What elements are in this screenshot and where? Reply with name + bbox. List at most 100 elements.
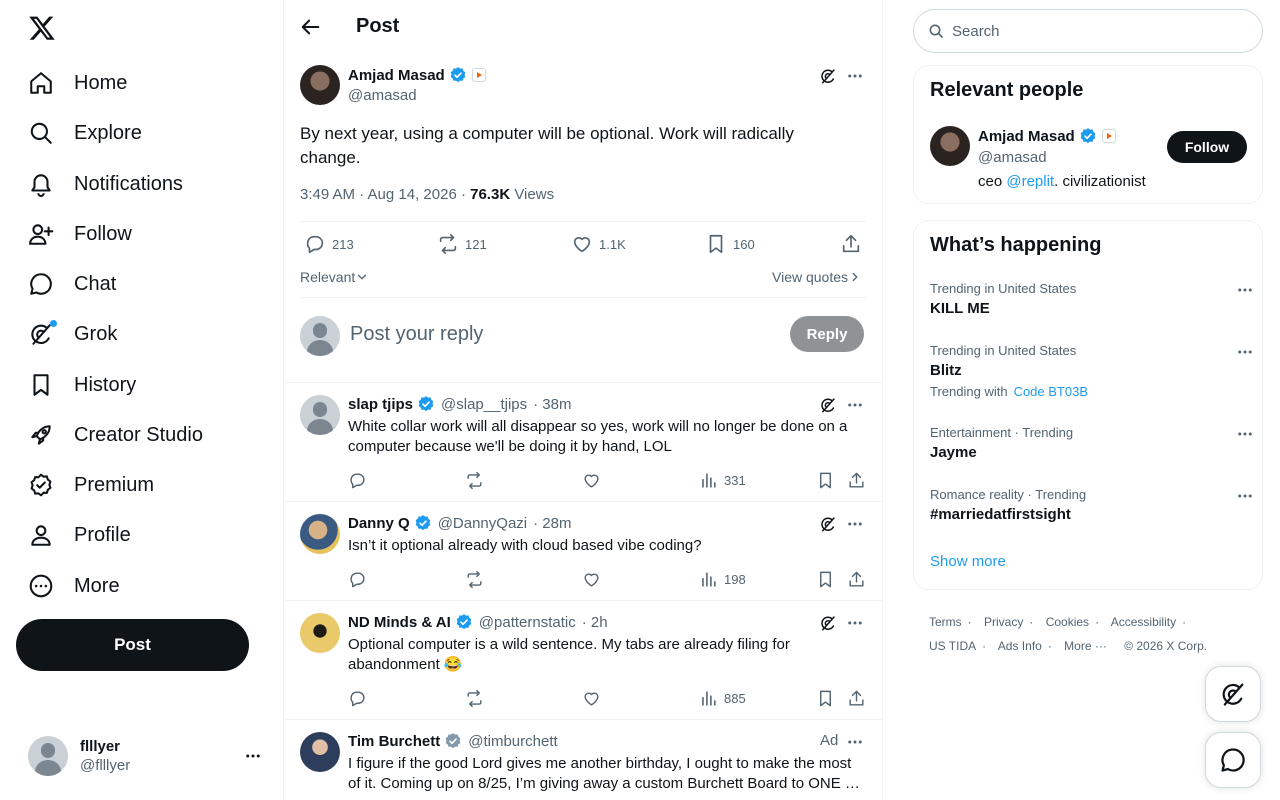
more-icon[interactable]: [244, 747, 262, 765]
show-more-link[interactable]: Show more: [930, 553, 1006, 570]
heart-icon[interactable]: [582, 570, 601, 589]
follow-button[interactable]: Follow: [1167, 131, 1247, 163]
reply-item[interactable]: Danny Q @DannyQazi · 28m Isn’t it option…: [284, 501, 882, 600]
reply-icon[interactable]: [348, 570, 367, 589]
nav-chat[interactable]: Chat: [28, 266, 116, 302]
reply-author-handle[interactable]: @timburchett: [468, 733, 557, 750]
repost-icon[interactable]: [465, 471, 484, 490]
reply-item[interactable]: ND Minds & AI @patternstatic · 2h Option…: [284, 600, 882, 719]
grok-icon[interactable]: [819, 396, 837, 414]
more-icon[interactable]: [846, 67, 864, 85]
share-icon[interactable]: [847, 689, 866, 708]
more-icon[interactable]: [1236, 343, 1254, 361]
repost-button[interactable]: 121: [437, 233, 487, 255]
post-button[interactable]: Post: [16, 619, 249, 671]
more-icon[interactable]: [846, 614, 864, 632]
reply-button[interactable]: 213: [304, 233, 354, 255]
footer-link[interactable]: More ···: [1064, 639, 1107, 653]
chat-float-button[interactable]: [1205, 732, 1261, 788]
nav-more[interactable]: More: [28, 568, 120, 604]
avatar[interactable]: [300, 514, 340, 554]
bio-mention-link[interactable]: @replit: [1006, 173, 1054, 190]
nav-premium[interactable]: Premium: [28, 467, 154, 503]
repost-icon[interactable]: [465, 689, 484, 708]
grok-float-button[interactable]: [1205, 666, 1261, 722]
reply-submit-button[interactable]: Reply: [790, 316, 864, 352]
author-avatar[interactable]: [300, 65, 340, 105]
nav-notifications[interactable]: Notifications: [28, 166, 183, 202]
footer-link[interactable]: US TIDA: [929, 639, 976, 653]
reply-author-name[interactable]: slap tjips: [348, 396, 413, 413]
avatar[interactable]: [300, 613, 340, 653]
repost-icon[interactable]: [465, 570, 484, 589]
more-icon[interactable]: [1236, 487, 1254, 505]
trending-with-link[interactable]: Code BT03B: [1014, 384, 1088, 399]
reply-author-name[interactable]: Tim Burchett: [348, 733, 440, 750]
views-button[interactable]: 885: [699, 689, 746, 708]
nav-explore[interactable]: Explore: [28, 115, 142, 151]
reply-icon[interactable]: [348, 689, 367, 708]
author-handle[interactable]: @amasad: [348, 87, 417, 104]
back-arrow-icon[interactable]: [300, 16, 322, 38]
reply-author-name[interactable]: ND Minds & AI: [348, 614, 451, 631]
view-quotes-link[interactable]: View quotes: [772, 269, 862, 285]
nav-creator-studio[interactable]: Creator Studio: [28, 417, 203, 453]
footer-link[interactable]: Accessibility: [1111, 615, 1176, 629]
reply-author-handle[interactable]: @DannyQazi: [438, 515, 527, 532]
post-author[interactable]: Amjad Masad: [348, 66, 486, 84]
avatar[interactable]: [300, 732, 340, 772]
reply-author-handle[interactable]: @slap__tjips: [441, 396, 527, 413]
avatar[interactable]: [930, 126, 970, 166]
reply-icon[interactable]: [348, 471, 367, 490]
reply-author-name[interactable]: Danny Q: [348, 515, 410, 532]
person-name[interactable]: Amjad Masad: [978, 127, 1116, 145]
share-button[interactable]: [840, 233, 862, 255]
bookmark-icon[interactable]: [816, 570, 835, 589]
bookmark-icon[interactable]: [816, 471, 835, 490]
nav-home[interactable]: Home: [28, 65, 127, 101]
more-icon[interactable]: [846, 396, 864, 414]
reply-input[interactable]: Post your reply: [350, 323, 483, 346]
post-timestamp[interactable]: 3:49 AM · Aug 14, 2026 ·: [300, 186, 470, 203]
share-icon[interactable]: [847, 471, 866, 490]
nav-follow[interactable]: Follow: [28, 216, 132, 252]
heart-icon[interactable]: [582, 471, 601, 490]
footer-link[interactable]: Terms: [929, 615, 962, 629]
bookmark-icon[interactable]: [816, 689, 835, 708]
reply-sort-dropdown[interactable]: Relevant: [300, 269, 369, 285]
views-button[interactable]: 331: [699, 471, 746, 490]
trend-item[interactable]: Romance reality · Trending #marriedatfir…: [930, 487, 1252, 523]
avatar[interactable]: [300, 395, 340, 435]
reply-time[interactable]: · 2h: [582, 614, 608, 631]
more-icon[interactable]: [846, 733, 864, 751]
more-icon[interactable]: [1236, 281, 1254, 299]
footer-link[interactable]: Privacy: [984, 615, 1023, 629]
search-bar[interactable]: [913, 9, 1263, 53]
share-icon[interactable]: [847, 570, 866, 589]
bookmark-button[interactable]: 160: [705, 233, 755, 255]
trend-item[interactable]: Entertainment · Trending Jayme: [930, 425, 1252, 461]
grok-icon[interactable]: [819, 67, 837, 85]
ad-reply-item[interactable]: Tim Burchett @timburchett Ad I figure if…: [284, 719, 882, 800]
trend-item[interactable]: Trending in United States Blitz Trending…: [930, 343, 1252, 399]
grok-icon[interactable]: [819, 515, 837, 533]
trend-item[interactable]: Trending in United States KILL ME: [930, 281, 1252, 317]
account-switcher[interactable]: flllyer @flllyer: [28, 735, 268, 777]
reply-item[interactable]: slap tjips @slap__tjips · 38m White coll…: [284, 382, 882, 501]
reply-time[interactable]: · 38m: [533, 396, 571, 413]
x-logo-icon[interactable]: [28, 14, 56, 42]
more-icon[interactable]: [846, 515, 864, 533]
reply-time[interactable]: · 28m: [533, 515, 571, 532]
nav-history[interactable]: History: [28, 367, 136, 403]
grok-icon[interactable]: [819, 614, 837, 632]
heart-icon[interactable]: [582, 689, 601, 708]
footer-link[interactable]: Cookies: [1046, 615, 1089, 629]
search-input[interactable]: [952, 22, 1232, 40]
person-handle[interactable]: @amasad: [978, 149, 1047, 166]
like-button[interactable]: 1.1K: [571, 233, 626, 255]
reply-author-handle[interactable]: @patternstatic: [479, 614, 576, 631]
nav-profile[interactable]: Profile: [28, 517, 131, 553]
views-button[interactable]: 198: [699, 570, 746, 589]
nav-grok[interactable]: Grok: [28, 316, 117, 352]
more-icon[interactable]: [1236, 425, 1254, 443]
